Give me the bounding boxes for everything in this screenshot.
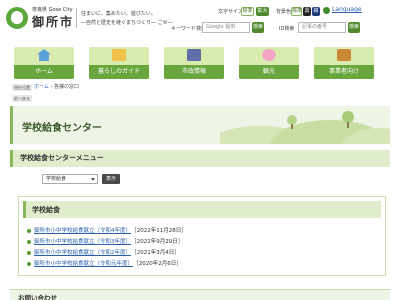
contact-heading: お問い合わせ <box>18 294 57 300</box>
contact-section-header: お問い合わせ <box>10 289 390 300</box>
menu-link[interactable]: 御所市小中学校給食献立（令和元年度） <box>34 261 133 267</box>
city-logo-icon[interactable] <box>6 7 28 29</box>
menu-link[interactable]: 御所市小中学校給食献立（令和3年度） <box>34 239 131 245</box>
list-item: 御所市小中学校給食献立（令和4年度） ［2022年11月28日］ <box>27 226 187 236</box>
link-date: ［2022年9月29日］ <box>134 239 184 245</box>
bg-color-label: 背景色 <box>276 9 292 15</box>
school-lunch-section: 学校給食 御所市小中学校給食献立（令和4年度） ［2022年11月28日］ 御所市… <box>18 196 386 276</box>
menu-header-title: 学校給食センターメニュー <box>20 154 104 162</box>
bullet-icon <box>27 262 31 266</box>
font-size-standard-button[interactable]: 標準 <box>241 7 254 16</box>
id-search-label: ID検索 <box>279 26 295 32</box>
chevron-down-icon <box>91 178 95 181</box>
bg-blue-button[interactable]: 紺 <box>312 7 320 16</box>
menu-link[interactable]: 御所市小中学校給食献立（令和4年度） <box>34 228 131 234</box>
nav-label: ホーム <box>14 65 74 79</box>
menu-link-list: 御所市小中学校給食献立（令和4年度） ［2022年11月28日］ 御所市小中学校給… <box>27 226 187 270</box>
breadcrumb-current[interactable]: 各課の窓口 <box>54 84 79 90</box>
menu-header: 学校給食センターメニュー <box>10 150 390 167</box>
globe-icon <box>323 7 330 14</box>
display-button[interactable]: 表示 <box>102 174 120 184</box>
tagline-line2: ―自然と歴史を継ぐまちづくり― ごせ― <box>81 20 173 26</box>
link-date: ［2022年11月28日］ <box>134 228 187 234</box>
nav-label: 市政情報 <box>164 65 224 79</box>
link-date: ［2021年3月4日］ <box>134 250 180 256</box>
list-item: 御所市小中学校給食献立（令和3年度） ［2022年9月29日］ <box>27 237 187 247</box>
section-header: 学校給食 <box>23 201 381 218</box>
section-title: 学校給食 <box>32 206 60 214</box>
menu-link[interactable]: 御所市小中学校給食献立（令和2年度） <box>34 250 131 256</box>
font-size-label: 文字サイズ <box>218 9 243 15</box>
nav-label: 暮らしのガイド <box>89 65 149 79</box>
city-hall-icon <box>187 49 201 61</box>
site-title[interactable]: 御所市 <box>32 13 74 30</box>
nav-tourism[interactable]: 観光 <box>239 47 299 79</box>
id-search-button[interactable]: 検索 <box>348 22 360 33</box>
bg-standard-button[interactable]: 標準 <box>291 7 302 16</box>
nav-label: 観光 <box>239 65 299 79</box>
nav-home[interactable]: ホーム <box>14 47 74 79</box>
font-size-large-button[interactable]: 拡大 <box>256 7 269 16</box>
bullet-icon <box>27 240 31 244</box>
nav-living-guide[interactable]: 暮らしのガイド <box>89 47 149 79</box>
list-item: 御所市小中学校給食献立（令和元年度） ［2020年2月6日］ <box>27 259 187 269</box>
tagline-line1: 住まいに、集めたい。遊びたい。 <box>81 11 156 17</box>
page-title: 学校給食センター <box>22 123 102 134</box>
bullet-icon <box>27 251 31 255</box>
breadcrumb-home-link[interactable]: ホーム <box>34 84 49 90</box>
global-nav: ホーム 暮らしのガイド 市政情報 観光 事業者向け <box>14 47 374 79</box>
language-link[interactable]: Language <box>332 6 362 13</box>
home-icon <box>37 49 51 61</box>
guide-icon <box>112 49 126 61</box>
current-position-tag: 現在位置 <box>12 84 32 91</box>
hills-illustration <box>220 111 390 144</box>
briefcase-icon <box>337 49 351 61</box>
breadcrumb: ホーム › 各課の窓口 <box>34 84 79 91</box>
back-tag[interactable]: 前へ戻る <box>12 95 32 102</box>
page-title-banner: 学校給食センター <box>10 106 390 144</box>
logo-divider <box>76 8 77 28</box>
nav-business[interactable]: 事業者向け <box>314 47 374 79</box>
nav-label: 事業者向け <box>314 65 374 79</box>
bg-black-button[interactable]: 黒 <box>303 7 311 16</box>
link-date: ［2020年2月6日］ <box>136 261 182 267</box>
menu-select[interactable]: 学校給食 <box>42 174 98 184</box>
nav-city-info[interactable]: 市政情報 <box>164 47 224 79</box>
logo-subtitle: 奈良県 Gose City <box>32 7 73 13</box>
id-search-input[interactable]: 記事の番号 <box>298 22 346 33</box>
keyword-search-label: キーワード検索 <box>171 26 207 32</box>
keyword-search-button[interactable]: 検索 <box>252 22 264 33</box>
keyword-search-input[interactable]: Google 提供 <box>202 22 250 33</box>
bullet-icon <box>27 229 31 233</box>
list-item: 御所市小中学校給食献立（令和2年度） ［2021年3月4日］ <box>27 248 187 258</box>
flower-icon <box>262 49 276 61</box>
menu-select-value: 学校給食 <box>46 176 67 182</box>
